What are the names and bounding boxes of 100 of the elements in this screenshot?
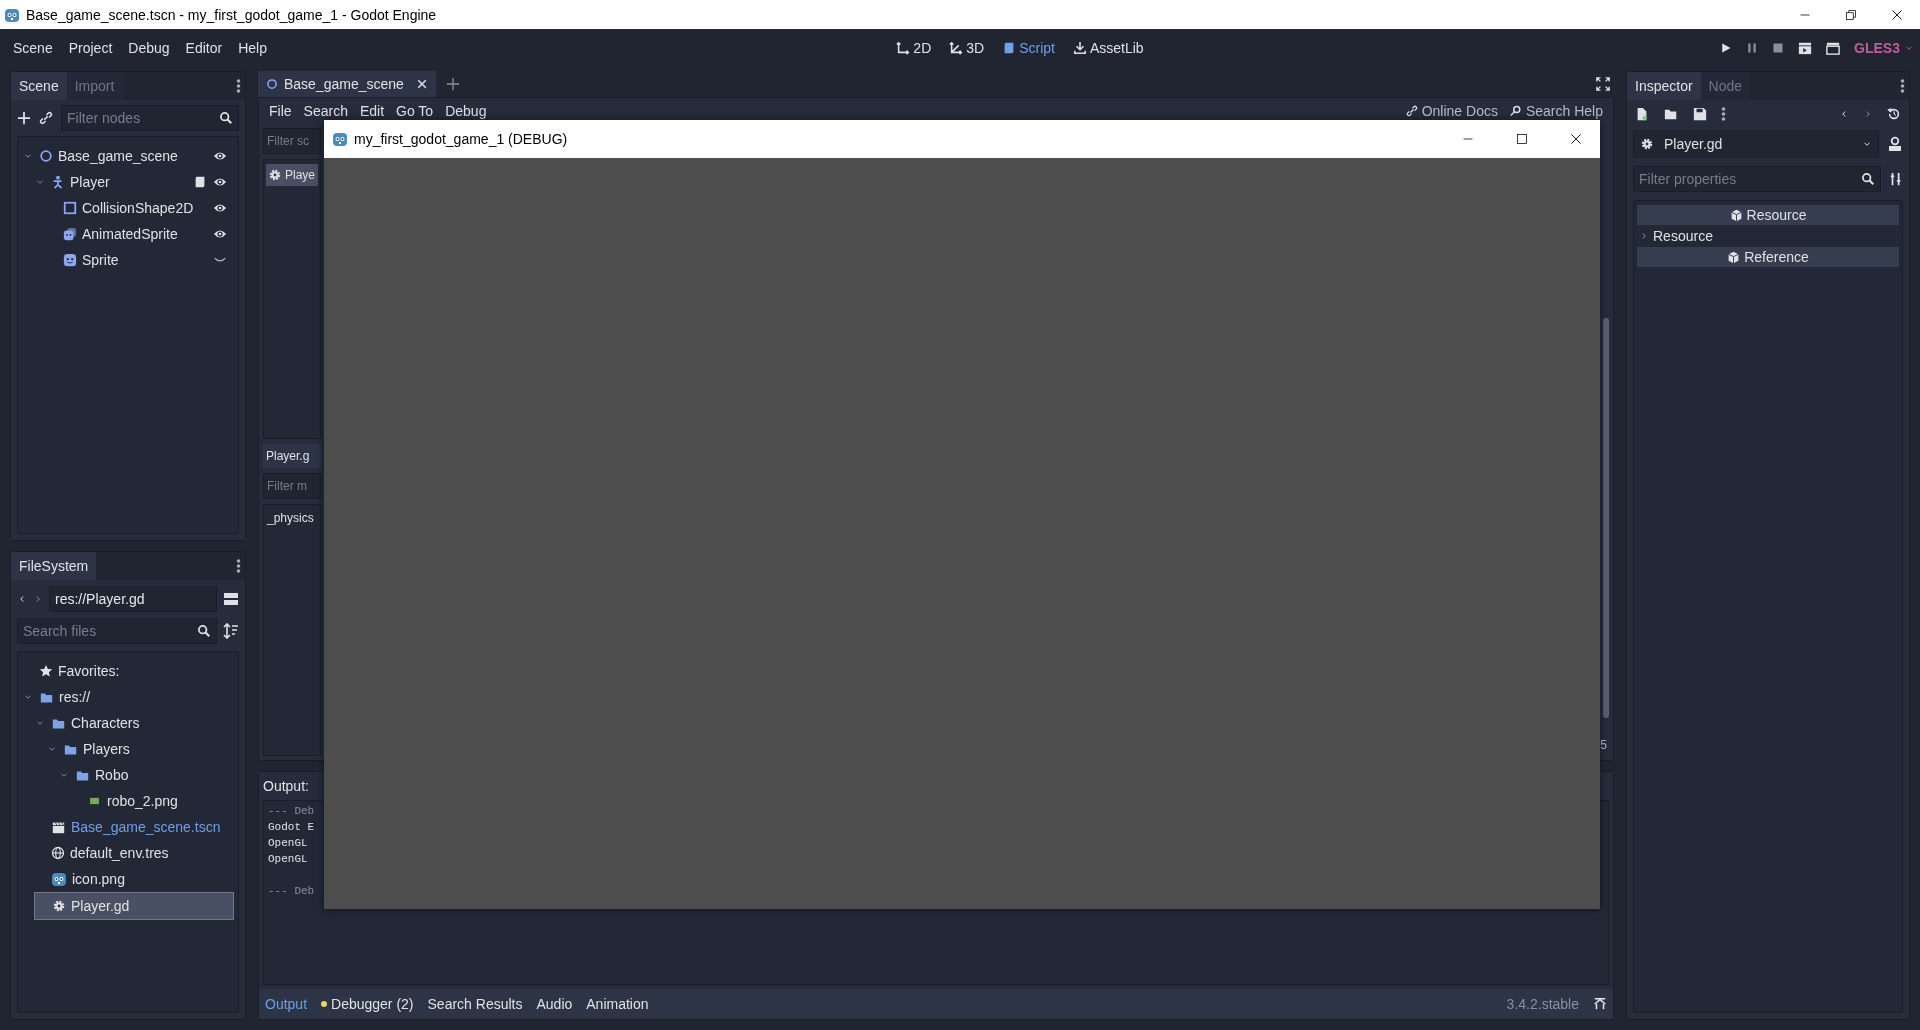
property-group[interactable]: Resource [1637, 226, 1899, 246]
search-icon [1861, 172, 1875, 186]
workspace-button[interactable]: 3D [947, 38, 987, 58]
square-icon [63, 201, 77, 215]
window-title: my_first_godot_game_1 (DEBUG) [354, 131, 569, 147]
chain-link-icon[interactable] [39, 111, 53, 125]
close-icon[interactable] [415, 78, 428, 90]
search-icon [219, 111, 233, 125]
dock-tab[interactable]: Inspector [1627, 72, 1701, 100]
restore-icon[interactable] [1845, 8, 1857, 21]
scene-tab[interactable]: Base_game_scene [258, 71, 436, 97]
menu-item[interactable]: Help [231, 36, 274, 60]
filter-nodes-field[interactable]: Filter nodes [61, 105, 239, 131]
dock-tab[interactable]: Scene [11, 72, 67, 100]
file-tree-item[interactable]: res:// [22, 684, 234, 710]
menu-item[interactable]: Editor [178, 36, 230, 60]
save-icon[interactable] [1693, 107, 1707, 121]
file-tree-item[interactable]: Robo [58, 762, 234, 788]
app-logo-icon [332, 131, 348, 147]
stop-icon[interactable] [1772, 42, 1785, 54]
robot-face-icon [51, 871, 67, 887]
help-link[interactable]: Online Docs [1399, 103, 1504, 119]
path-field[interactable]: res://Player.gd [49, 586, 217, 612]
close-icon[interactable] [1891, 8, 1903, 21]
scrollbar[interactable] [1603, 318, 1609, 718]
renderer-dropdown[interactable]: GLES3 [1854, 40, 1914, 56]
file-tree-item[interactable]: default_env.tres [34, 840, 234, 866]
play-icon[interactable] [1720, 42, 1733, 54]
script-list-item[interactable]: Playe [266, 164, 318, 186]
menu-item[interactable]: Debug [121, 36, 177, 60]
log-line: OpenGL [268, 837, 309, 851]
log-line: --- Deb [268, 885, 316, 899]
clapperboard-icon[interactable] [1826, 41, 1841, 55]
dock-tab[interactable]: FileSystem [11, 552, 97, 580]
bottom-panel-tab[interactable]: Output [265, 996, 308, 1012]
more-options-icon[interactable] [1721, 106, 1726, 122]
workspace-button[interactable]: 2D [894, 38, 934, 58]
file-tree-item[interactable]: Players [46, 736, 234, 762]
menu-item[interactable]: File [263, 103, 298, 119]
workspace-button[interactable]: Script [1000, 38, 1057, 58]
search-files-field[interactable]: Search files [17, 618, 217, 644]
menu-item[interactable]: Scene [6, 36, 60, 60]
more-options-icon[interactable] [1900, 78, 1905, 94]
scene-tree-item[interactable]: Base_game_scene [22, 143, 234, 169]
image-file-icon [87, 796, 102, 806]
scene-tree-item[interactable]: Sprite [46, 247, 234, 273]
menu-item[interactable]: Debug [439, 103, 493, 119]
filter-scripts-field[interactable]: Filter sc [263, 128, 321, 154]
more-options-icon[interactable] [236, 558, 241, 574]
clapperboard-icon[interactable] [1798, 41, 1813, 55]
bottom-panel-tab[interactable]: Animation [586, 996, 649, 1012]
file-tree-item[interactable]: Characters [34, 710, 234, 736]
filter-methods-field[interactable]: Filter m [263, 473, 321, 499]
filter-properties-field[interactable]: Filter properties [1633, 166, 1881, 192]
output-title: Output: [262, 777, 310, 796]
bottom-panel-tab[interactable]: Debugger (2) [321, 996, 414, 1012]
menu-item[interactable]: Go To [390, 103, 440, 119]
fullscreen-icon[interactable] [1596, 77, 1610, 91]
method-item[interactable]: _physics [266, 509, 318, 527]
split-view-icon[interactable] [223, 591, 239, 607]
line-info: 5 [1599, 737, 1608, 754]
log-line: Godot E [268, 821, 316, 835]
workspace-button[interactable]: AssetLib [1070, 38, 1146, 58]
folder-icon[interactable] [1663, 107, 1679, 121]
object-selector[interactable]: Player.gd [1633, 130, 1879, 158]
bottom-panel-tab[interactable]: Audio [536, 996, 573, 1012]
maximize-icon[interactable] [1516, 133, 1528, 145]
download-icon[interactable] [1072, 41, 1087, 55]
file-tree-item[interactable]: Favorites: [22, 658, 234, 684]
stacked-face-icon [63, 227, 77, 241]
file-tree-item[interactable]: icon.png [34, 866, 234, 892]
scene-tree-item[interactable]: CollisionShape2D [46, 195, 234, 221]
file-tree-item[interactable]: robo_2.png [70, 788, 234, 814]
scene-tree-item[interactable]: AnimatedSprite [46, 221, 234, 247]
close-icon[interactable] [1570, 133, 1582, 145]
globe-icon [51, 846, 65, 860]
file-tree-item[interactable]: Base_game_scene.tscn [34, 814, 234, 840]
bottom-panel-tab[interactable]: Search Results [427, 996, 523, 1012]
chain-link-icon [1405, 105, 1418, 117]
category-title: Resource [1746, 207, 1807, 223]
more-options-icon[interactable] [236, 78, 241, 94]
clapperboard-icon [51, 820, 66, 834]
history-icon[interactable] [1887, 107, 1901, 121]
menu-item[interactable]: Edit [353, 103, 391, 119]
new-file-icon[interactable] [1635, 106, 1649, 122]
pause-icon[interactable] [1746, 42, 1759, 54]
gear-icon [52, 899, 66, 913]
menu-item[interactable]: Search [297, 103, 354, 119]
axes-2d-icon[interactable] [896, 41, 911, 55]
menu-item[interactable]: Project [61, 36, 120, 60]
log-line: --- Deb [268, 805, 316, 819]
help-link[interactable]: Search Help [1503, 103, 1609, 119]
sort-icon[interactable] [223, 623, 239, 639]
folder-icon [51, 716, 66, 730]
tools-icon[interactable] [1889, 171, 1903, 187]
axes-3d-icon[interactable] [949, 41, 964, 55]
circle-icon [39, 149, 53, 163]
scene-tree-item[interactable]: Player [34, 169, 234, 195]
file-tree-item[interactable]: Player.gd [34, 892, 234, 920]
script-scroll-icon[interactable] [193, 175, 207, 189]
